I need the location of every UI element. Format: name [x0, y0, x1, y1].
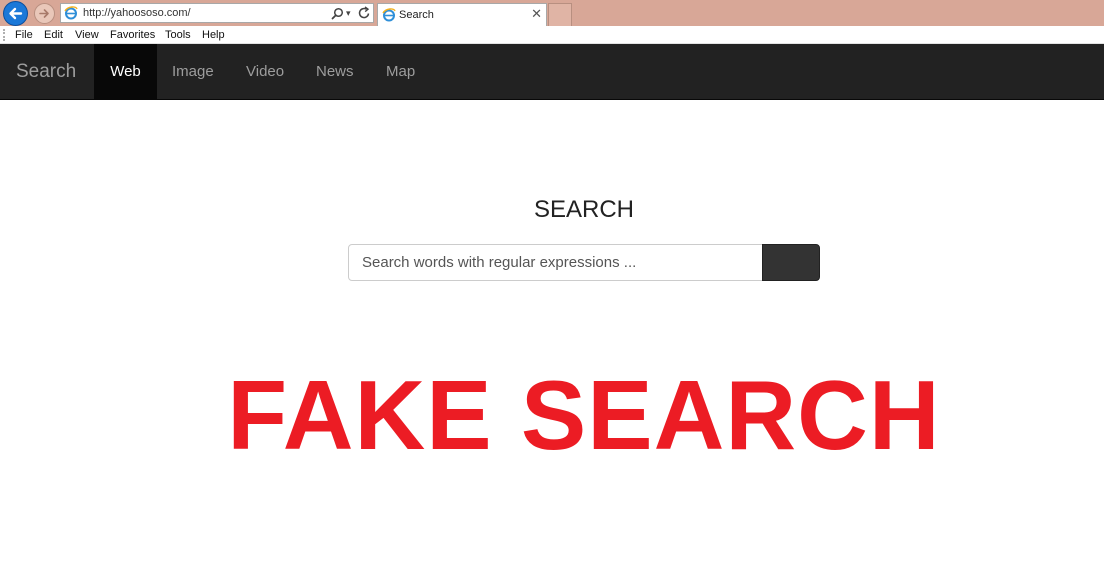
search-button[interactable]	[762, 244, 820, 281]
menu-item-help[interactable]: Help	[202, 28, 225, 42]
brand-link[interactable]: Search	[16, 44, 76, 100]
page-title: SEARCH	[533, 196, 635, 223]
menu-item-edit[interactable]: Edit	[44, 28, 63, 42]
back-button[interactable]	[3, 1, 28, 26]
new-tab-button[interactable]	[548, 3, 572, 26]
fake-search-watermark: FAKE SEARCH	[227, 360, 941, 470]
ie-logo-icon	[64, 6, 78, 20]
chevron-down-icon[interactable]: ▾	[346, 6, 351, 20]
forward-arrow-icon	[39, 9, 49, 18]
tab-title: Search	[399, 9, 434, 21]
url-text[interactable]: http://yahoososo.com/	[83, 6, 191, 20]
search-icon[interactable]	[331, 7, 344, 20]
nav-tab-image[interactable]: Image	[172, 44, 214, 99]
forward-button[interactable]	[34, 3, 55, 24]
close-icon[interactable]: ✕	[531, 6, 542, 22]
address-bar[interactable]: http://yahoososo.com/ ▾	[60, 3, 374, 23]
tab-search[interactable]: Search ✕	[377, 3, 547, 26]
menu-item-view[interactable]: View	[75, 28, 99, 42]
menu-item-tools[interactable]: Tools	[165, 28, 191, 42]
menu-grip	[3, 29, 7, 41]
nav-tab-news[interactable]: News	[316, 44, 354, 99]
search-input[interactable]	[348, 244, 763, 281]
nav-tab-map[interactable]: Map	[386, 44, 415, 99]
menu-item-favorites[interactable]: Favorites	[110, 28, 155, 42]
site-navbar: Search Web Image Video News Map	[0, 44, 1104, 100]
browser-titlebar: http://yahoososo.com/ ▾ Search ✕	[0, 0, 1104, 26]
nav-tab-web[interactable]: Web	[94, 44, 157, 99]
back-arrow-icon	[9, 7, 23, 20]
ie-logo-icon	[382, 8, 396, 22]
menu-bar: File Edit View Favorites Tools Help	[0, 26, 1104, 44]
menu-item-file[interactable]: File	[15, 28, 33, 42]
refresh-icon[interactable]	[358, 6, 371, 20]
nav-tab-video[interactable]: Video	[246, 44, 284, 99]
